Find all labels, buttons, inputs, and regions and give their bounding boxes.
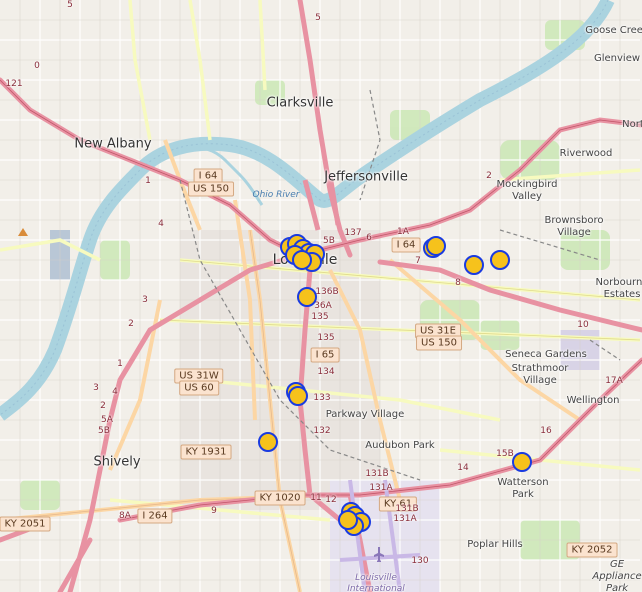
exit-number: 1: [145, 176, 151, 186]
exit-number: 2: [100, 401, 106, 411]
exit-number: 5: [315, 13, 321, 23]
exit-number: 1: [117, 359, 123, 369]
exit-number: 133: [313, 393, 331, 403]
exit-number: 4: [158, 219, 164, 229]
route-shield: KY 1931: [180, 444, 232, 460]
exit-number: 12: [325, 495, 337, 505]
exit-number: 5B: [323, 236, 335, 246]
exit-number: 131A: [393, 514, 417, 524]
location-marker[interactable]: [297, 287, 317, 307]
exit-number: 5B: [98, 426, 110, 436]
exit-number: 10: [577, 320, 589, 330]
exit-number: 11: [310, 493, 322, 503]
exit-number: 16: [540, 426, 552, 436]
exit-number: 4: [112, 387, 118, 397]
route-shield: US 150: [416, 335, 462, 351]
exit-number: 121: [5, 79, 23, 89]
exit-number: 131B: [395, 504, 419, 514]
location-marker[interactable]: [426, 236, 446, 256]
location-marker[interactable]: [490, 250, 510, 270]
route-shield: I 264: [137, 508, 173, 524]
exit-number: 5A: [101, 415, 113, 425]
exit-number: 136B: [315, 287, 339, 297]
exit-number: 0: [34, 61, 40, 71]
exit-number: 6: [366, 233, 372, 243]
exit-number: 3: [142, 295, 148, 305]
route-shield: I 64: [391, 237, 421, 253]
route-shield: KY 2052: [566, 542, 618, 558]
route-shield: I 65: [310, 347, 340, 363]
location-marker[interactable]: [338, 510, 358, 530]
exit-number: 137: [344, 228, 362, 238]
route-shield: US 150: [188, 181, 234, 197]
location-marker[interactable]: [464, 255, 484, 275]
exit-number: 17A: [605, 376, 623, 386]
exit-number: 1A: [397, 227, 409, 237]
exit-number: 135: [311, 312, 329, 322]
location-marker[interactable]: [258, 432, 278, 452]
exit-number: 135: [317, 333, 335, 343]
exit-number: 132: [313, 426, 331, 436]
map-view[interactable]: Ohio River Clarksville Jeffersonville Ne…: [0, 0, 642, 592]
exit-number: 9: [211, 506, 217, 516]
exit-number: 134: [317, 367, 335, 377]
location-marker[interactable]: [512, 452, 532, 472]
exit-number: 130: [411, 556, 429, 566]
exit-number: 131A: [369, 483, 393, 493]
exit-number: 8: [455, 278, 461, 288]
exit-number: 3: [93, 383, 99, 393]
exit-number: 15B: [496, 449, 514, 459]
location-marker[interactable]: [292, 250, 312, 270]
route-shield: KY 2051: [0, 516, 51, 532]
route-shield: KY 1020: [254, 490, 306, 506]
exit-number: 2: [128, 319, 134, 329]
exit-number: 8A: [119, 511, 131, 521]
exit-number: 7: [415, 256, 421, 266]
location-marker[interactable]: [288, 386, 308, 406]
exit-number: 2: [486, 171, 492, 181]
exit-number: 36A: [314, 301, 332, 311]
exit-number: 5: [67, 0, 73, 10]
route-shield: US 60: [179, 380, 219, 396]
exit-number: 14: [457, 463, 469, 473]
exit-number: 131B: [365, 469, 389, 479]
